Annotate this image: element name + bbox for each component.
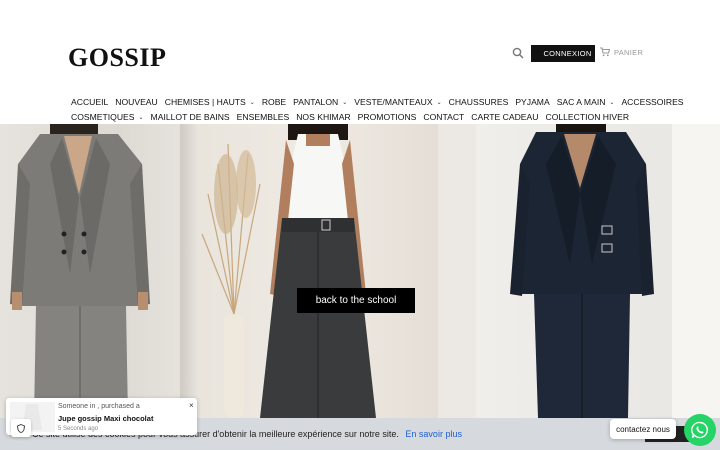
nav-item-label: COLLECTION HIVER: [545, 112, 630, 122]
nav-item-label: PROMOTIONS: [357, 112, 417, 122]
hero-cta-button[interactable]: back to the school: [297, 288, 415, 313]
sales-notification[interactable]: Someone in , purchased a Jupe gossip Max…: [6, 398, 197, 435]
close-icon[interactable]: ×: [189, 401, 194, 410]
chevron-down-icon: ⌄: [609, 99, 615, 106]
hero-banner[interactable]: [0, 124, 720, 418]
nav-row-1: ACCUEIL NOUVEAU CHEMISES | HAUTS ⌄ ROBE PANTA…: [71, 95, 684, 109]
nav-item-label: CONTACT: [423, 112, 465, 122]
cart-icon: [600, 47, 610, 57]
nav-item-accessoires[interactable]: ACCESSOIRES: [621, 97, 683, 107]
hero-divider-2: [438, 124, 476, 418]
nav-item-nouveau[interactable]: NOUVEAU: [115, 97, 158, 107]
nav-item-ensembles[interactable]: ENSEMBLES: [237, 112, 290, 122]
nav-item-carte-cadeau[interactable]: CARTE CADEAU: [471, 112, 538, 122]
nav-item-pantalon[interactable]: PANTALON ⌄: [293, 97, 347, 107]
chevron-down-icon: ⌄: [249, 99, 255, 106]
nav-item-label: PANTALON: [293, 97, 339, 107]
cookie-learn-more-link[interactable]: En savoir plus: [405, 429, 462, 439]
nav-item-robe[interactable]: ROBE: [262, 97, 286, 107]
nav-item-maillot-de-bains[interactable]: MAILLOT DE BAINS: [151, 112, 230, 122]
nav-item-label: ENSEMBLES: [236, 112, 290, 122]
nav-item-contact[interactable]: CONTACT: [423, 112, 464, 122]
nav-item-label: COSMETIQUES: [71, 112, 135, 122]
cart-link[interactable]: PANIER: [600, 47, 643, 57]
nav-item-sac-a-main[interactable]: SAC A MAIN ⌄: [557, 97, 615, 107]
nav-item-label: ROBE: [261, 97, 287, 107]
nav-item-veste-manteaux[interactable]: VESTE/MANTEAUX ⌄: [354, 97, 441, 107]
sales-notification-text: Someone in , purchased a: [58, 403, 140, 410]
chevron-down-icon: ⌄: [342, 99, 348, 106]
nav-item-label: NOUVEAU: [115, 97, 158, 107]
login-button[interactable]: CONNEXION: [531, 45, 595, 62]
nav-item-label: MAILLOT DE BAINS: [150, 112, 230, 122]
user-icon: [534, 51, 540, 57]
nav-item-label: ACCESSOIRES: [621, 97, 684, 107]
login-label: CONNEXION: [543, 49, 592, 58]
hero-image-grey-suit: [0, 124, 198, 418]
nav-item-label: CHEMISES | HAUTS: [164, 97, 246, 107]
nav-item-label: ACCUEIL: [71, 97, 109, 107]
nav-item-chemises-hauts[interactable]: CHEMISES | HAUTS ⌄: [165, 97, 255, 107]
contact-us-button[interactable]: contactez nous: [610, 419, 676, 439]
cart-label: PANIER: [614, 47, 644, 57]
hero-divider: [180, 124, 198, 418]
hero-image-navy-suit: [476, 124, 720, 418]
shield-icon[interactable]: [11, 419, 31, 437]
nav-row-2: COSMETIQUES ⌄ MAILLOT DE BAINS ENSEMBLES NOS…: [71, 110, 651, 124]
chevron-down-icon: ⌄: [436, 99, 442, 106]
site-logo[interactable]: GOSSIP: [68, 43, 166, 73]
whatsapp-icon[interactable]: [684, 414, 716, 446]
sales-notification-product[interactable]: Jupe gossip Maxi chocolat: [58, 414, 153, 423]
hero-image-white-top: [198, 124, 438, 418]
nav-item-label: CARTE CADEAU: [471, 112, 539, 122]
nav-item-accueil[interactable]: ACCUEIL: [71, 97, 108, 107]
nav-item-chaussures[interactable]: CHAUSSURES: [449, 97, 509, 107]
nav-item-label: CHAUSSURES: [448, 97, 509, 107]
main-nav: ACCUEIL NOUVEAU CHEMISES | HAUTS ⌄ ROBE PANTA…: [71, 95, 684, 124]
nav-item-pyjama[interactable]: PYJAMA: [515, 97, 549, 107]
nav-item-label: NOS KHIMAR: [296, 112, 351, 122]
nav-item-promotions[interactable]: PROMOTIONS: [358, 112, 417, 122]
nav-item-label: SAC A MAIN: [556, 97, 606, 107]
chevron-down-icon: ⌄: [138, 114, 144, 121]
sales-notification-time: 5 Seconds ago: [58, 426, 99, 432]
nav-item-label: VESTE/MANTEAUX: [354, 97, 433, 107]
nav-item-label: PYJAMA: [515, 97, 550, 107]
search-icon[interactable]: [512, 47, 524, 59]
nav-item-nos-khimar[interactable]: NOS KHIMAR: [296, 112, 350, 122]
nav-item-cosmetiques[interactable]: COSMETIQUES ⌄: [71, 112, 144, 122]
nav-item-collection-hiver[interactable]: COLLECTION HIVER: [545, 112, 629, 122]
